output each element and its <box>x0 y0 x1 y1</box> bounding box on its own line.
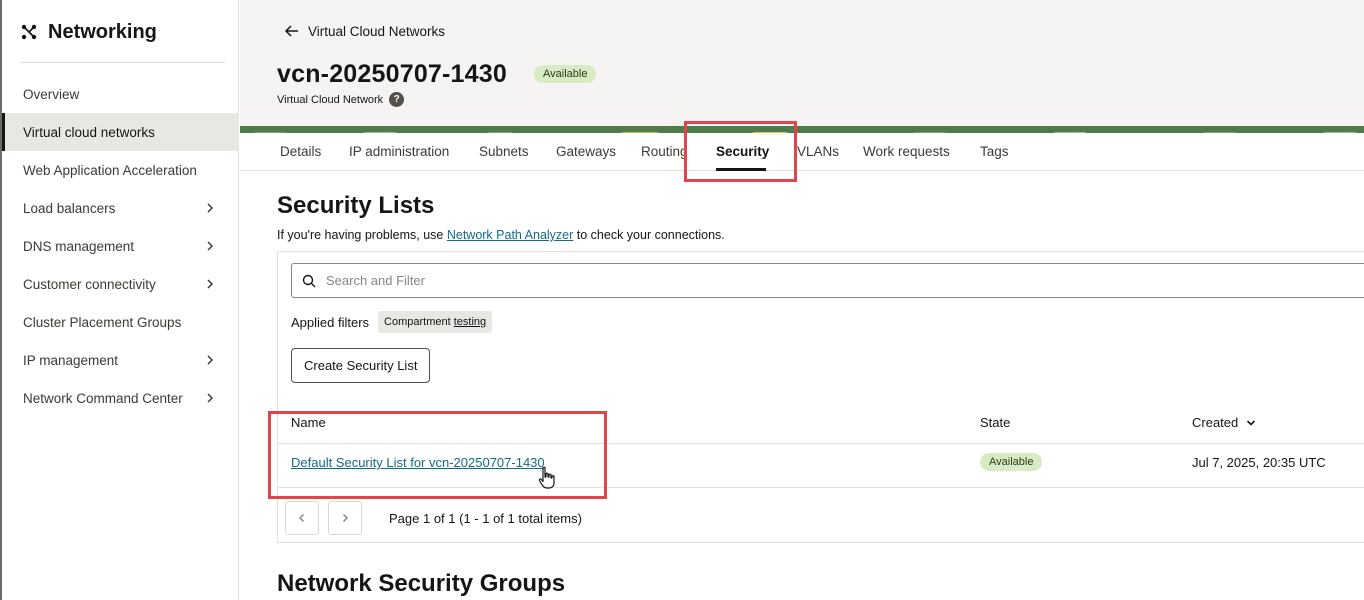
chevron-right-icon <box>207 393 214 403</box>
search-filter[interactable] <box>291 263 1364 298</box>
status-badge: Available <box>534 65 597 83</box>
applied-filters: Applied filters Compartment testing <box>291 311 493 333</box>
chevron-right-icon <box>207 241 214 251</box>
tab-vlans[interactable]: VLANs <box>797 144 839 159</box>
sidebar-divider <box>20 62 225 63</box>
sidebar-item-label: Virtual cloud networks <box>23 124 155 140</box>
hand-cursor-icon <box>538 466 555 489</box>
security-lists-heading: Security Lists <box>277 192 435 219</box>
sidebar-item-label: Network Command Center <box>23 390 183 406</box>
chevron-right-icon <box>342 513 349 523</box>
intro-text-after: to check your connections. <box>573 228 725 242</box>
filter-chip-value[interactable]: testing <box>454 316 486 328</box>
security-lists-intro: If you're having problems, use Network P… <box>277 228 725 242</box>
tab-bar: Details IP administration Subnets Gatewa… <box>240 133 1364 171</box>
page-header: Virtual Cloud Networks vcn-20250707-1430… <box>240 0 1364 126</box>
previous-page-button[interactable] <box>285 501 319 535</box>
resource-type-label: Virtual Cloud Network <box>277 93 384 106</box>
sidebar-item-label: Overview <box>23 86 80 102</box>
status-badge: Available <box>980 453 1043 471</box>
sidebar-item-label: Load balancers <box>23 200 116 216</box>
chevron-down-icon <box>1247 419 1256 426</box>
create-security-list-button[interactable]: Create Security List <box>291 348 431 383</box>
column-header-state[interactable]: State <box>980 415 1010 430</box>
sidebar-item-label: IP management <box>23 352 119 368</box>
column-header-created[interactable]: Created <box>1192 415 1256 430</box>
tab-tags[interactable]: Tags <box>980 144 1009 159</box>
search-icon <box>302 274 316 287</box>
created-date: Jul 7, 2025, 20:35 UTC <box>1192 455 1326 470</box>
tab-subnets[interactable]: Subnets <box>479 144 529 159</box>
chevron-right-icon <box>207 279 214 289</box>
sidebar-item-network-command-center[interactable]: Network Command Center <box>2 379 239 417</box>
network-path-analyzer-link[interactable]: Network Path Analyzer <box>447 228 573 242</box>
networking-icon <box>21 24 37 40</box>
compartment-filter-chip[interactable]: Compartment testing <box>378 311 493 333</box>
chevron-right-icon <box>207 203 214 213</box>
column-header-created-label: Created <box>1192 415 1239 430</box>
tab-details[interactable]: Details <box>280 144 321 159</box>
chevron-right-icon <box>207 355 214 365</box>
sidebar-item-customer-connectivity[interactable]: Customer connectivity <box>2 265 239 303</box>
help-icon[interactable]: ? <box>389 92 405 107</box>
back-link[interactable]: Virtual Cloud Networks <box>284 23 445 39</box>
next-page-button[interactable] <box>328 501 362 535</box>
sidebar-item-overview[interactable]: Overview <box>2 75 239 113</box>
sidebar-item-dns-management[interactable]: DNS management <box>2 227 239 265</box>
sidebar-item-label: Web Application Acceleration <box>23 162 197 178</box>
table-row-divider <box>278 487 1364 488</box>
intro-text-before: If you're having problems, use <box>277 228 447 242</box>
active-tab-indicator <box>716 168 766 171</box>
tab-work-requests[interactable]: Work requests <box>863 144 950 159</box>
nsg-heading: Network Security Groups <box>277 570 566 597</box>
sidebar-item-virtual-cloud-networks[interactable]: Virtual cloud networks <box>2 113 239 151</box>
sidebar-item-label: Customer connectivity <box>23 276 156 292</box>
chevron-left-icon <box>298 513 305 523</box>
sidebar-item-label: DNS management <box>23 238 135 254</box>
back-link-label: Virtual Cloud Networks <box>308 23 446 39</box>
column-header-name[interactable]: Name <box>291 415 326 430</box>
pagination-summary: Page 1 of 1 (1 - 1 of 1 total items) <box>389 511 582 526</box>
sidebar-title: Networking <box>48 20 157 43</box>
sidebar-item-load-balancers[interactable]: Load balancers <box>2 189 239 227</box>
resource-type: Virtual Cloud Network ? <box>277 92 405 107</box>
page-title: vcn-20250707-1430 <box>277 60 507 88</box>
tab-security[interactable]: Security <box>716 144 769 159</box>
sidebar-item-cluster-placement-groups[interactable]: Cluster Placement Groups <box>2 303 239 341</box>
tab-gateways[interactable]: Gateways <box>556 144 616 159</box>
sidebar-item-web-application-acceleration[interactable]: Web Application Acceleration <box>2 151 239 189</box>
tab-ip-administration[interactable]: IP administration <box>349 144 449 159</box>
sidebar: Networking Overview Virtual cloud networ… <box>0 0 239 600</box>
search-input[interactable] <box>326 273 926 288</box>
security-list-name-link[interactable]: Default Security List for vcn-20250707-1… <box>291 455 545 470</box>
arrow-left-icon <box>284 25 298 37</box>
tab-routing[interactable]: Routing <box>641 144 688 159</box>
table-header-divider <box>278 443 1364 444</box>
sidebar-item-label: Cluster Placement Groups <box>23 314 182 330</box>
sidebar-nav: Overview Virtual cloud networks Web Appl… <box>2 75 239 417</box>
filter-chip-key: Compartment <box>384 316 451 328</box>
sidebar-item-ip-management[interactable]: IP management <box>2 341 239 379</box>
decorative-banner <box>240 126 1364 133</box>
sidebar-header: Networking <box>20 20 157 44</box>
applied-filters-label: Applied filters <box>291 314 370 330</box>
